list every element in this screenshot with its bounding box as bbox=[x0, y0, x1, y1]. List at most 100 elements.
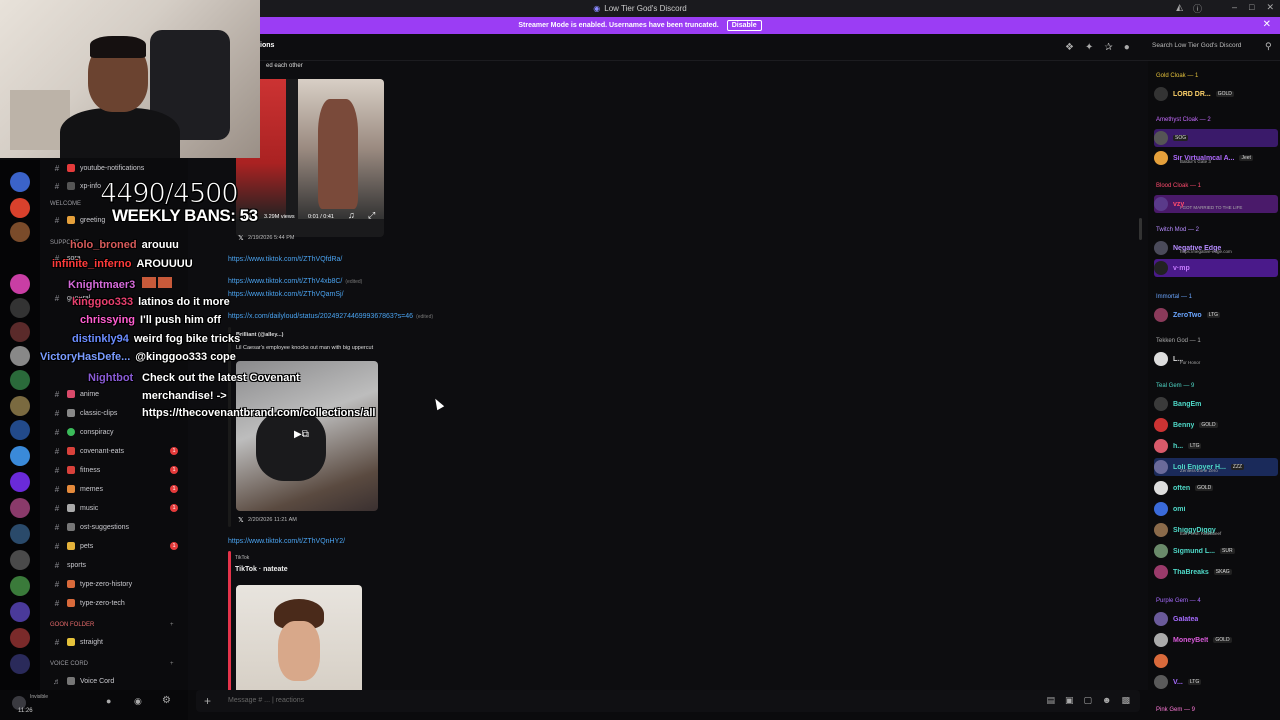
member-item[interactable]: vzy I GOT MARRIED TO THE LIFE bbox=[1154, 195, 1278, 213]
channel-item[interactable]: # youtube-notifications bbox=[40, 160, 188, 176]
server-icon[interactable] bbox=[10, 628, 30, 648]
pinned-messages-icon[interactable]: ✰ bbox=[1104, 42, 1112, 53]
channel-item[interactable]: # music 1 bbox=[40, 500, 188, 516]
server-icon[interactable] bbox=[10, 370, 30, 390]
channel-label: xp-info bbox=[80, 182, 102, 190]
message-link[interactable]: https://www.tiktok.com/t/ZThVQnHY2/ bbox=[228, 538, 345, 545]
member-item[interactable]: ThaBreaks SKAG bbox=[1154, 563, 1278, 581]
server-icon[interactable] bbox=[10, 222, 30, 242]
help-icon[interactable]: ⓘ bbox=[1193, 2, 1202, 15]
disable-streamer-mode-button[interactable]: Disable bbox=[726, 20, 762, 31]
server-icon[interactable] bbox=[10, 396, 30, 416]
message-link[interactable]: https://www.tiktok.com/t/ZThVQfdRa/ bbox=[228, 256, 342, 263]
role-header: Purple Gem — 4 bbox=[1156, 598, 1201, 604]
tiktok-thumbnail[interactable] bbox=[236, 585, 362, 690]
server-icon[interactable] bbox=[10, 472, 30, 492]
add-attachment-icon[interactable]: + bbox=[204, 694, 211, 708]
member-item[interactable]: Benny GOLD bbox=[1154, 416, 1278, 434]
channel-item[interactable]: # type-zero-tech bbox=[40, 595, 188, 611]
message-link[interactable]: https://www.tiktok.com/t/ZThVQamSj/ bbox=[228, 291, 344, 298]
server-icon[interactable] bbox=[10, 524, 30, 544]
channel-item[interactable]: # conspiracy bbox=[40, 424, 188, 440]
gif-icon[interactable]: ▣ bbox=[1065, 695, 1074, 706]
server-icon[interactable] bbox=[10, 298, 30, 318]
member-list-icon[interactable]: ● bbox=[1124, 42, 1130, 53]
member-item[interactable]: omi bbox=[1154, 500, 1278, 518]
server-icon[interactable] bbox=[10, 498, 30, 518]
embed-title[interactable]: TikTok · nateate bbox=[235, 566, 288, 573]
server-icon[interactable] bbox=[10, 346, 30, 366]
volume-icon[interactable]: ♫ bbox=[348, 210, 355, 220]
message-input[interactable]: Message # ... | reactions bbox=[228, 697, 304, 704]
server-icon[interactable] bbox=[10, 420, 30, 440]
member-item[interactable]: MoneyBelt GOLD bbox=[1154, 631, 1278, 649]
member-item[interactable]: BangEm bbox=[1154, 395, 1278, 413]
member-item[interactable]: V... LTG bbox=[1154, 673, 1278, 691]
settings-gear-icon[interactable]: ⚙ bbox=[162, 695, 171, 706]
member-item[interactable]: L... For Honor bbox=[1154, 350, 1278, 368]
channel-item[interactable]: # sports bbox=[40, 557, 188, 573]
server-icon[interactable] bbox=[10, 446, 30, 466]
member-item[interactable]: often GOLD bbox=[1154, 479, 1278, 497]
member-item[interactable] bbox=[1154, 652, 1278, 670]
category-goon-folder[interactable]: GOON FOLDER + bbox=[50, 622, 174, 628]
server-icon[interactable] bbox=[10, 274, 30, 294]
member-item[interactable]: ShiggyDiggy Eat Fresh Roastbeef bbox=[1154, 521, 1278, 539]
channel-item[interactable]: # covenant-eats 1 bbox=[40, 443, 188, 459]
microphone-icon[interactable]: ● bbox=[106, 696, 111, 706]
channel-item[interactable]: # memes 1 bbox=[40, 481, 188, 497]
inbox-icon[interactable]: ◭ bbox=[1176, 2, 1183, 15]
member-item[interactable]: Sir Virtualmcal A... Jeet Baldur's Gate 3 bbox=[1154, 149, 1278, 167]
tweet-author[interactable]: Brilliant (@alley...) bbox=[236, 332, 283, 338]
message-link[interactable]: https://x.com/dailyloud/status/202492744… bbox=[228, 313, 433, 320]
server-icon[interactable] bbox=[10, 550, 30, 570]
member-item[interactable]: Loli Enjoyer H... ZZZ Zenless Zone Zero bbox=[1154, 458, 1278, 476]
maximize-button[interactable]: □ bbox=[1249, 2, 1254, 13]
member-item[interactable]: v·mp bbox=[1154, 259, 1278, 277]
category-welcome[interactable]: WELCOME bbox=[50, 201, 81, 207]
server-icon[interactable] bbox=[10, 172, 30, 192]
threads-icon[interactable]: ❖ bbox=[1065, 42, 1074, 53]
channel-label: music bbox=[80, 504, 99, 512]
headphones-icon[interactable]: ◉ bbox=[134, 696, 142, 707]
gift-icon[interactable]: ▤ bbox=[1046, 695, 1055, 706]
member-item[interactable]: LORD DR... GOLD bbox=[1154, 85, 1278, 103]
category-voice[interactable]: VOICE CORD + bbox=[50, 661, 174, 667]
member-item[interactable]: Galatea bbox=[1154, 610, 1278, 628]
server-icon[interactable] bbox=[10, 198, 30, 218]
minimize-button[interactable]: – bbox=[1232, 2, 1237, 13]
add-channel-icon[interactable]: + bbox=[170, 622, 174, 628]
channel-item[interactable]: # ost-suggestions bbox=[40, 519, 188, 535]
server-icon[interactable] bbox=[10, 576, 30, 596]
message-composer[interactable]: + Message # ... | reactions ▤ ▣ ▢ ☻ ▩ bbox=[196, 690, 1140, 712]
member-item[interactable]: SOG bbox=[1154, 129, 1278, 147]
channel-emoji-icon bbox=[67, 504, 75, 512]
search-input[interactable]: Search Low Tier God's Discord bbox=[1152, 42, 1272, 49]
add-channel-icon[interactable]: + bbox=[170, 661, 174, 667]
voice-channel-item[interactable]: ♬ Voice Cord bbox=[40, 673, 188, 689]
channel-item[interactable]: # type-zero-history bbox=[40, 576, 188, 592]
message-link[interactable]: https://www.tiktok.com/t/ZThV4xb8C/(edit… bbox=[228, 278, 362, 285]
server-icon[interactable] bbox=[10, 654, 30, 674]
member-item[interactable]: Sigmund L... SUR bbox=[1154, 542, 1278, 560]
fullscreen-icon[interactable]: ⤢ bbox=[368, 210, 375, 221]
channel-item[interactable]: # straight bbox=[40, 634, 188, 650]
member-item[interactable]: h... LTG bbox=[1154, 437, 1278, 455]
link-text[interactable]: https://x.com/dailyloud/status/202492744… bbox=[228, 313, 413, 320]
sticker-icon[interactable]: ▢ bbox=[1083, 695, 1092, 706]
channel-item[interactable]: # pets 1 bbox=[40, 538, 188, 554]
close-window-button[interactable]: ✕ bbox=[1266, 2, 1274, 13]
close-banner-icon[interactable]: ✕ bbox=[1263, 19, 1271, 30]
notification-settings-icon[interactable]: ✦ bbox=[1085, 42, 1093, 53]
play-icon[interactable]: ▶⧉ bbox=[294, 429, 309, 440]
channel-item[interactable]: # fitness 1 bbox=[40, 462, 188, 478]
server-icon[interactable] bbox=[10, 602, 30, 622]
link-text[interactable]: https://www.tiktok.com/t/ZThV4xb8C/ bbox=[228, 278, 342, 285]
member-item[interactable]: Negative Edge https://negative-edge.com bbox=[1154, 239, 1278, 257]
scrollbar[interactable] bbox=[1139, 218, 1142, 240]
emoji-icon[interactable]: ☻ bbox=[1102, 695, 1111, 706]
apps-icon[interactable]: ▩ bbox=[1121, 695, 1130, 706]
member-item[interactable]: ZeroTwo LTG bbox=[1154, 306, 1278, 324]
edited-label: (edited) bbox=[416, 314, 434, 320]
server-icon[interactable] bbox=[10, 322, 30, 342]
